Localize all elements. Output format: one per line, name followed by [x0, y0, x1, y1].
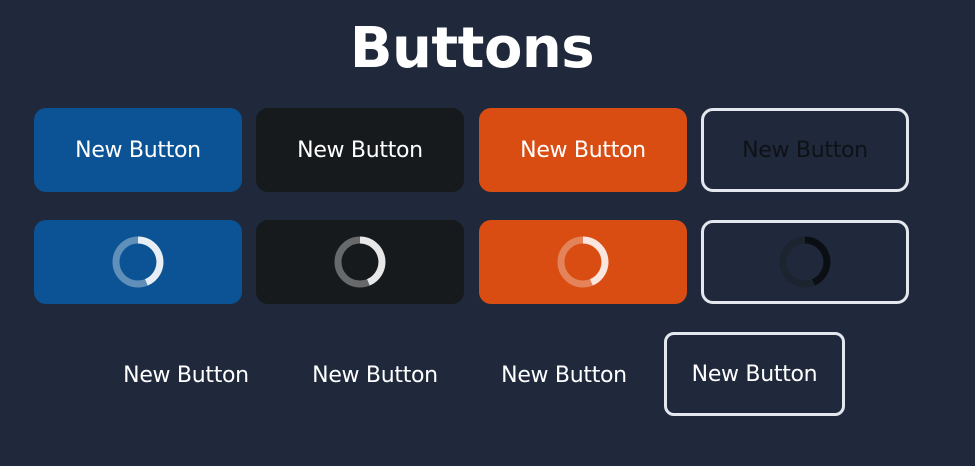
loading-button-outline[interactable] [701, 220, 909, 304]
loading-button-blue[interactable] [34, 220, 242, 304]
loading-spinner-icon [779, 236, 831, 288]
new-button-blue[interactable]: New Button [34, 108, 242, 192]
new-button-text-1[interactable]: New Button [104, 333, 268, 417]
loading-spinner-icon [112, 236, 164, 288]
new-button-orange[interactable]: New Button [479, 108, 687, 192]
loading-spinner-icon [557, 236, 609, 288]
new-button-black[interactable]: New Button [256, 108, 464, 192]
loading-spinner-icon [334, 236, 386, 288]
new-button-outlined-text[interactable]: New Button [664, 332, 845, 416]
new-button-outline[interactable]: New Button [701, 108, 909, 192]
new-button-text-3[interactable]: New Button [482, 333, 646, 417]
loading-button-black[interactable] [256, 220, 464, 304]
new-button-text-2[interactable]: New Button [293, 333, 457, 417]
loading-button-orange[interactable] [479, 220, 687, 304]
page-title: Buttons [349, 16, 595, 81]
